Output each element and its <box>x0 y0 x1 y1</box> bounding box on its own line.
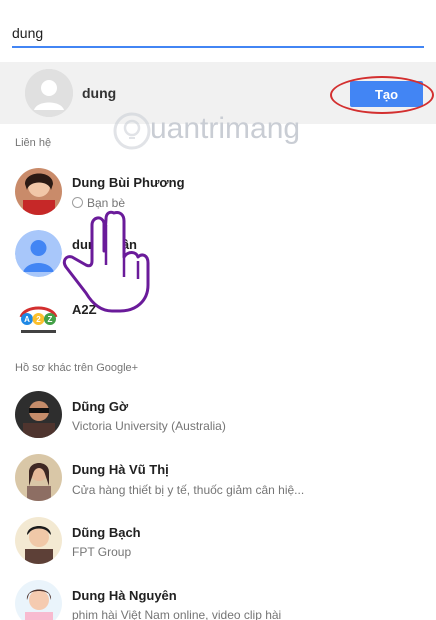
a2z-logo-icon: A 2 Z <box>15 297 62 344</box>
svg-text:A: A <box>24 315 30 324</box>
contact-name: dung ... ần <box>72 237 137 252</box>
search-bar <box>0 0 436 62</box>
avatar <box>15 391 62 438</box>
avatar <box>15 454 62 501</box>
svg-text:2: 2 <box>36 315 41 324</box>
contact-circle-label: Bạn bè <box>87 196 126 210</box>
profile-name: Dũng Gờ <box>72 399 129 414</box>
avatar <box>15 230 62 277</box>
contact-row[interactable]: Dung Bùi Phương Bạn bè <box>0 165 436 225</box>
contact-circle: Bạn bè <box>72 196 125 210</box>
profile-name: Dung Hà Nguyên <box>72 588 177 603</box>
profile-row[interactable]: Dũng Gờ Victoria University (Australia) <box>0 389 436 449</box>
contact-row[interactable]: A 2 Z A2Z <box>0 295 436 355</box>
section-label-other-profiles: Hồ sơ khác trên Google+ <box>15 362 139 374</box>
profile-name: Dung Hà Vũ Thị <box>72 462 169 477</box>
contact-row[interactable]: dung ... ần <box>0 228 436 288</box>
svg-text:Z: Z <box>48 315 53 324</box>
profile-subtitle: phim hài Việt Nam online, video clip hài <box>72 608 282 620</box>
profile-subtitle: FPT Group <box>72 545 132 559</box>
avatar <box>15 168 62 215</box>
default-avatar-icon <box>25 69 73 117</box>
profile-row[interactable]: Dung Hà Nguyên phim hài Việt Nam online,… <box>0 578 436 620</box>
profile-row[interactable]: Dũng Bạch FPT Group <box>0 515 436 575</box>
create-name: dung <box>82 85 117 101</box>
section-label-contacts: Liên hệ <box>15 137 52 149</box>
circle-icon <box>72 197 83 208</box>
profile-row[interactable]: Dung Hà Vũ Thị Cửa hàng thiết bị y tế, t… <box>0 452 436 512</box>
contact-name: A2Z <box>72 302 97 317</box>
create-button[interactable]: Tạo <box>350 81 423 107</box>
search-input[interactable] <box>12 20 424 48</box>
profile-name: Dũng Bạch <box>72 525 141 540</box>
avatar <box>15 517 62 564</box>
profile-subtitle: Victoria University (Australia) <box>72 419 226 433</box>
profile-subtitle: Cửa hàng thiết bị y tế, thuốc giảm cân h… <box>72 483 305 497</box>
contact-name: Dung Bùi Phương <box>72 175 185 190</box>
avatar <box>15 580 62 620</box>
